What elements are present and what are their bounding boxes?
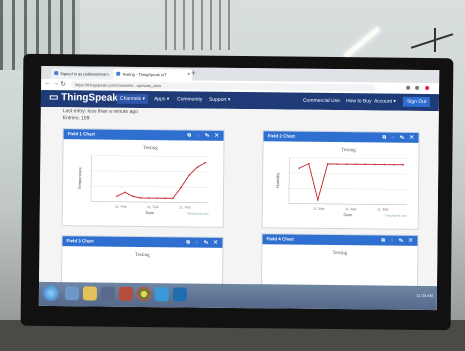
field-2-chart-panel: Field 2 Chart ⧉ ◌ ✎ ✕ Testing 11. Mar 11. … <box>261 130 420 230</box>
x-tick-label: 11. Mar <box>313 207 325 211</box>
x-axis-label: Date <box>146 210 155 215</box>
new-tab-icon[interactable]: + <box>191 69 196 78</box>
ie-icon[interactable] <box>64 286 80 301</box>
nav-how-to-buy[interactable]: How to Buy <box>346 98 372 104</box>
media-icon[interactable] <box>100 286 116 301</box>
grid-line <box>91 155 210 157</box>
browser-tab-1[interactable]: Signed in as pubbawarnam × <box>51 68 119 80</box>
field-3-chart-panel: Field 3 Chart ⧉ ◌ ✎ ✕ Testing <box>60 235 224 289</box>
chart-title: Testing <box>134 252 150 259</box>
windows-taskbar: 11:30 AM <box>38 281 438 311</box>
nav-commercial-use[interactable]: Commercial Use <box>303 98 340 104</box>
app-icon[interactable] <box>118 286 134 301</box>
credit-label: ThingSpeak.com <box>186 211 209 215</box>
panel-title: Field 1 Chart <box>67 131 95 137</box>
close-tab-icon[interactable]: × <box>187 69 190 80</box>
chrome-icon[interactable] <box>136 286 151 302</box>
y-axis-label: Humidity <box>275 173 280 189</box>
x-axis <box>288 203 407 206</box>
favicon-icon <box>116 71 121 76</box>
sign-out-button[interactable]: Sign Out <box>402 96 431 108</box>
chart-area: Testing 11. Feb 11. Feb 11. Feb Date Temperat… <box>63 139 224 227</box>
app-icon[interactable] <box>172 287 187 302</box>
channel-page: Last entry: less than a minute ago Entri… <box>39 106 439 291</box>
nav-channels[interactable]: Channels ▾ <box>116 93 149 105</box>
chart-title: Testing <box>341 148 356 153</box>
field-4-chart-panel: Field 4 Chart ⧉ ◌ ✎ ✕ Testing <box>260 233 419 291</box>
y-axis-label: Temperature <box>77 166 82 189</box>
data-point <box>164 197 166 200</box>
x-tick-label: 11. Mar <box>345 207 357 211</box>
grid-line <box>91 170 210 173</box>
start-button[interactable] <box>42 284 60 302</box>
chart-area: Testing 11. Mar 11. Mar 11. Mar Date Humidity… <box>263 141 419 229</box>
grid-line <box>289 172 408 175</box>
nav-community[interactable]: Community <box>177 96 202 102</box>
data-point <box>364 163 367 166</box>
logo-text: ThingSpeak <box>61 92 118 104</box>
series-line <box>116 162 206 199</box>
window-grill <box>165 0 235 50</box>
reload-icon[interactable]: ↻ <box>60 80 66 88</box>
x-tick-label: 11. Feb <box>115 205 127 209</box>
profile-icon[interactable] <box>425 85 430 91</box>
favicon-icon <box>54 71 59 76</box>
ceiling-fan-rod <box>434 28 436 52</box>
tab-label: Signed in as pubbawarnam <box>60 71 109 77</box>
forward-icon[interactable]: → <box>52 80 59 87</box>
data-point <box>148 197 150 199</box>
arduino-icon[interactable] <box>154 287 169 302</box>
data-point <box>383 163 386 166</box>
data-point <box>336 163 338 165</box>
thingspeak-logo[interactable]: ▭ ThingSpeak™ <box>49 92 122 104</box>
field-1-chart-panel: Field 1 Chart ⧉ ◌ ✎ ✕ Testing 11. Feb 11. … <box>61 128 225 228</box>
folder-icon[interactable] <box>82 286 98 301</box>
screen: Signed in as pubbawarnam × Testing - Thi… <box>38 65 440 311</box>
x-tick-label: 11. Feb <box>179 205 191 209</box>
panel-title: Field 4 Chart <box>266 236 294 242</box>
chart-area: Testing <box>262 244 417 290</box>
panel-actions[interactable]: ⧉ ◌ ✎ ✕ <box>186 237 219 247</box>
grid-line <box>289 157 408 160</box>
ceiling-fan <box>410 33 454 49</box>
system-clock: 11:30 AM <box>416 292 433 299</box>
data-point <box>374 163 376 166</box>
series-line <box>299 163 404 202</box>
tube-light <box>343 26 381 59</box>
grid-line <box>289 187 408 190</box>
credit-label: ThingSpeak.com <box>384 214 407 218</box>
nav-apps[interactable]: Apps ▾ <box>154 96 169 102</box>
x-axis-label: Date <box>344 212 353 217</box>
back-icon[interactable]: ← <box>44 80 51 87</box>
panel-actions[interactable]: ⧉ ◌ ✎ ✕ <box>382 133 415 143</box>
chat-bubble-icon: ▭ <box>48 92 59 104</box>
data-point <box>156 197 158 199</box>
data-point <box>355 163 357 166</box>
x-axis <box>90 201 209 203</box>
x-tick-label: 11. Mar <box>377 207 389 211</box>
monitor: Signed in as pubbawarnam × Testing - Thi… <box>20 53 454 331</box>
tab-label: Testing - ThingSpeak IoT <box>122 71 167 78</box>
field-1-chart: Testing11. Feb 11. Feb 11. FebDateTemperat… <box>77 146 210 216</box>
nav-account[interactable]: Account ▾ <box>374 98 396 104</box>
nav-support[interactable]: Support ▾ <box>209 97 230 103</box>
data-point <box>345 163 348 165</box>
panel-title: Field 3 Chart <box>66 238 94 244</box>
data-point <box>393 163 395 166</box>
panel-actions[interactable]: ⧉ ◌ ✎ ✕ <box>381 236 414 246</box>
data-point <box>402 163 405 166</box>
x-tick-label: 11. Feb <box>147 205 159 209</box>
extension-icon[interactable] <box>415 85 420 90</box>
entries-count: Entries: 159 <box>62 115 90 122</box>
extension-icon[interactable] <box>406 85 411 90</box>
field-2-chart: Testing11. Mar 11. Mar 11. MarDateHumidity… <box>275 148 408 218</box>
browser-tab-2[interactable]: Testing - ThingSpeak IoT × <box>113 68 193 81</box>
panel-actions[interactable]: ⧉ ◌ ✎ ✕ <box>187 130 220 140</box>
chart-title: Testing <box>332 251 348 257</box>
grid-line <box>91 185 210 188</box>
chart-title: Testing <box>143 146 158 151</box>
last-entry-text: Last entry: less than a minute ago <box>62 108 138 115</box>
panel-title: Field 2 Chart <box>267 133 295 139</box>
